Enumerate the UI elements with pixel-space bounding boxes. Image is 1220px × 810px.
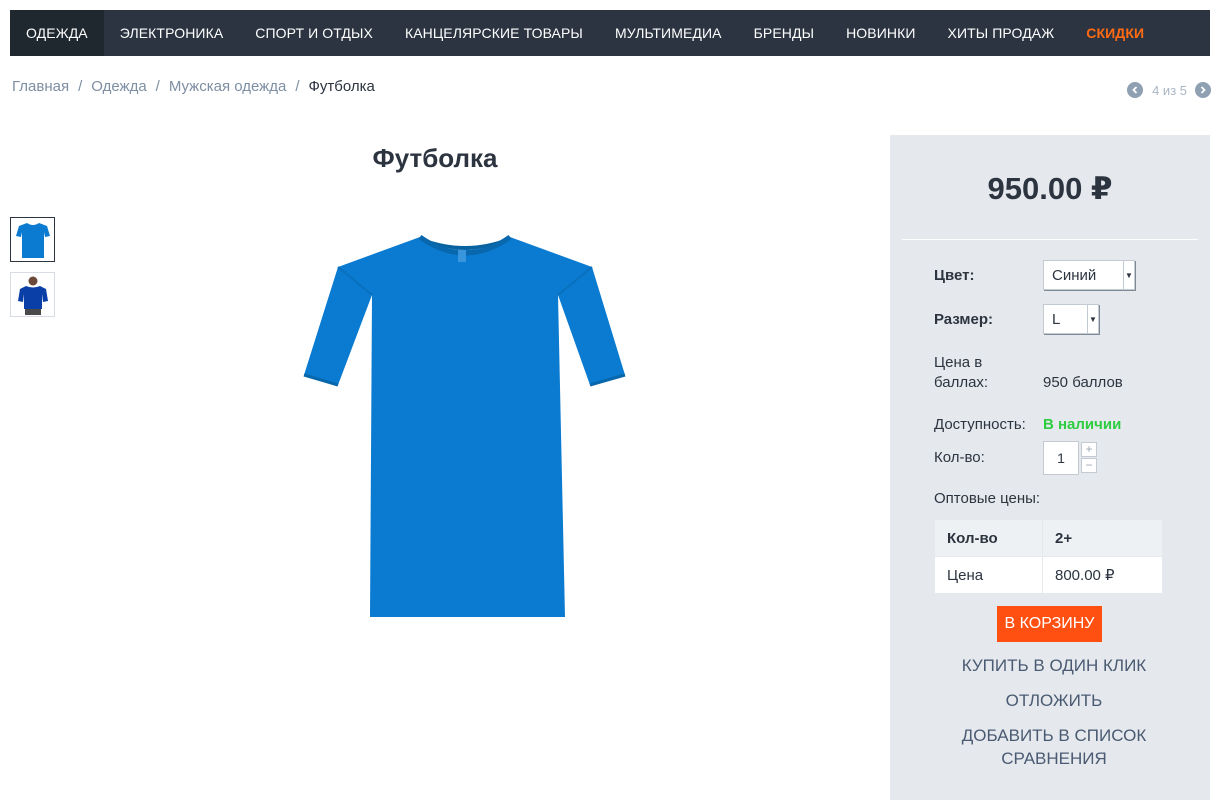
- color-select-value: Синий: [1052, 266, 1097, 284]
- product-title: Футболка: [372, 143, 498, 173]
- color-label: Цвет:: [934, 267, 975, 284]
- size-select[interactable]: L ▼: [1043, 304, 1099, 334]
- points-label-line2: баллах:: [934, 374, 989, 391]
- add-to-compare-link[interactable]: ДОБАВИТЬ В СПИСОК СРАВНЕНИЯ: [930, 724, 1178, 770]
- add-to-compare-line2: СРАВНЕНИЯ: [1001, 749, 1107, 768]
- availability-value: В наличии: [1043, 416, 1122, 433]
- buy-one-click-link[interactable]: КУПИТЬ В ОДИН КЛИК: [930, 654, 1178, 677]
- nav-item-electronics[interactable]: ЭЛЕКТРОНИКА: [104, 10, 240, 56]
- nav-item-brands[interactable]: БРЕНДЫ: [738, 10, 830, 56]
- table-cell: Цена: [934, 556, 1043, 594]
- points-value: 950 баллов: [1043, 374, 1123, 391]
- add-to-compare-line1: ДОБАВИТЬ В СПИСОК: [961, 726, 1147, 745]
- breadcrumb-separator: /: [155, 78, 160, 95]
- quantity-decrease-button[interactable]: −: [1081, 458, 1097, 473]
- color-select[interactable]: Синий ▼: [1043, 260, 1135, 290]
- caret-down-icon: ▼: [1087, 305, 1098, 333]
- wholesale-label: Оптовые цены:: [934, 490, 1041, 507]
- nav-item-multimedia[interactable]: МУЛЬТИМЕДИА: [599, 10, 738, 56]
- chevron-left-icon[interactable]: [1127, 82, 1144, 98]
- postpone-link[interactable]: ОТЛОЖИТЬ: [930, 689, 1178, 712]
- main-navigation: ОДЕЖДА ЭЛЕКТРОНИКА СПОРТ И ОТДЫХ КАНЦЕЛЯ…: [10, 10, 1210, 56]
- nav-item-new[interactable]: НОВИНКИ: [830, 10, 931, 56]
- add-to-cart-button[interactable]: В КОРЗИНУ: [997, 606, 1102, 642]
- nav-item-bestsellers[interactable]: ХИТЫ ПРОДАЖ: [932, 10, 1071, 56]
- product-price: 950.00 ₽: [987, 171, 1113, 206]
- table-header-cell: Кол-во: [934, 519, 1043, 557]
- breadcrumb: Главная / Одежда / Мужская одежда / Футб…: [12, 78, 375, 95]
- table-row: Цена 800.00 ₽: [934, 556, 1163, 594]
- quantity-label: Кол-во:: [934, 449, 985, 466]
- table-cell: 800.00 ₽: [1042, 556, 1163, 594]
- tshirt-front-thumbnail[interactable]: [10, 217, 55, 262]
- breadcrumb-current: Футболка: [308, 78, 375, 95]
- breadcrumb-clothing[interactable]: Одежда: [91, 78, 146, 95]
- wholesale-price-table: Кол-во 2+ Цена 800.00 ₽: [934, 519, 1163, 594]
- chevron-right-icon[interactable]: [1195, 82, 1211, 98]
- nav-item-clothing[interactable]: ОДЕЖДА: [10, 10, 104, 56]
- nav-item-stationery[interactable]: КАНЦЕЛЯРСКИЕ ТОВАРЫ: [389, 10, 599, 56]
- size-label: Размер:: [934, 311, 994, 328]
- nav-item-sale[interactable]: СКИДКИ: [1070, 10, 1160, 56]
- pager-position: 4 из 5: [1152, 82, 1187, 98]
- points-label-line1: Цена в: [934, 354, 983, 371]
- breadcrumb-separator: /: [78, 78, 83, 95]
- tshirt-model-thumbnail[interactable]: [10, 272, 55, 317]
- tshirt-icon: [15, 222, 50, 258]
- availability-label: Доступность:: [934, 416, 1026, 433]
- product-main-image[interactable]: [300, 225, 630, 625]
- size-select-value: L: [1052, 310, 1061, 328]
- table-header-cell: 2+: [1042, 519, 1163, 557]
- breadcrumb-home[interactable]: Главная: [12, 78, 69, 95]
- quantity-increase-button[interactable]: +: [1081, 442, 1097, 457]
- divider: [902, 239, 1198, 240]
- quantity-input[interactable]: 1: [1043, 441, 1079, 475]
- caret-down-icon: ▼: [1123, 261, 1134, 289]
- product-pager: 4 из 5: [1127, 82, 1211, 98]
- table-header-row: Кол-во 2+: [934, 519, 1163, 557]
- breadcrumb-mens-clothing[interactable]: Мужская одежда: [169, 78, 286, 95]
- purchase-panel: 950.00 ₽ Цвет: Синий ▼ Размер: L ▼ Цена …: [890, 135, 1210, 800]
- model-icon: [17, 276, 48, 315]
- breadcrumb-separator: /: [295, 78, 300, 95]
- nav-item-sport[interactable]: СПОРТ И ОТДЫХ: [239, 10, 389, 56]
